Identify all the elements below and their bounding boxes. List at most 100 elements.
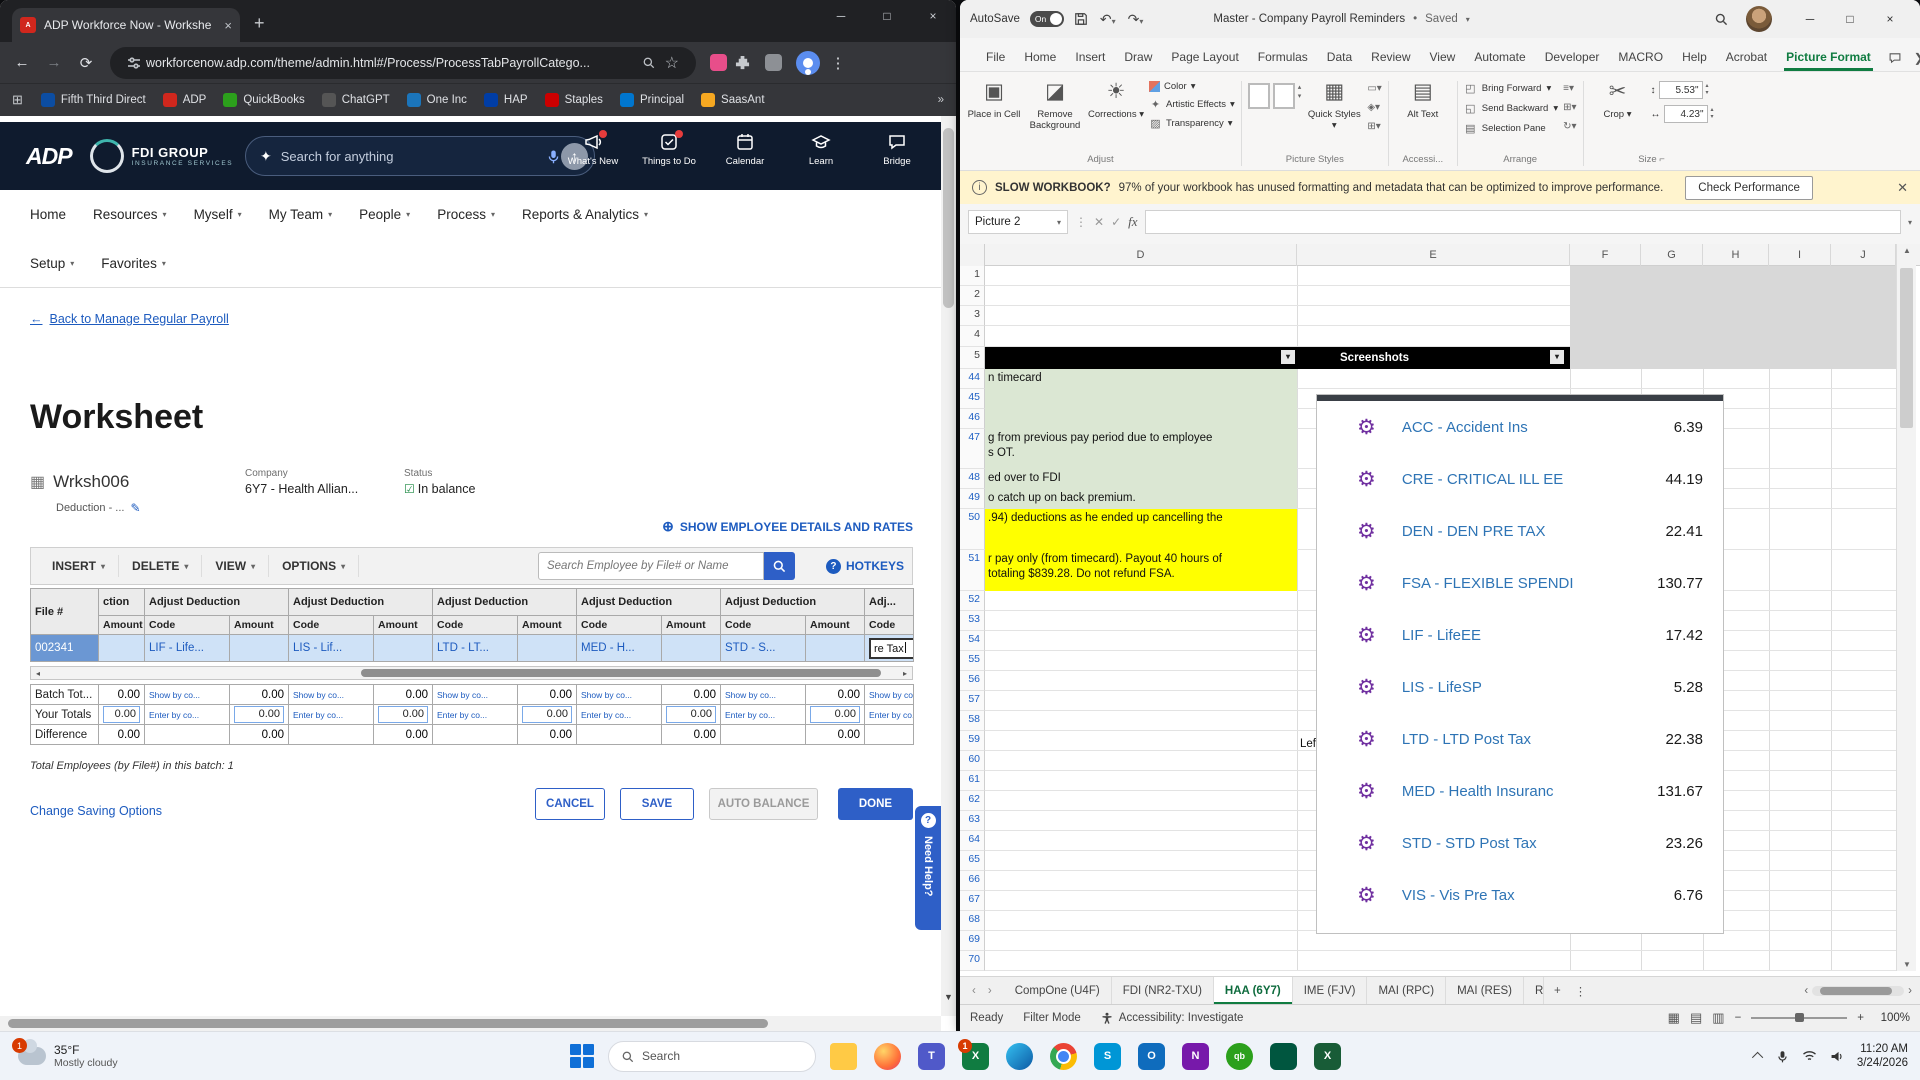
sheet-menu-icon[interactable]: ⋮ (1575, 984, 1587, 998)
transparency-button[interactable]: ▨Transparency ▾ (1149, 117, 1235, 130)
forward-icon[interactable]: → (40, 54, 68, 71)
row-header-58[interactable]: 58 (960, 711, 985, 731)
toolbar-menu[interactable]: VIEW▾ (202, 555, 269, 577)
row-header-56[interactable]: 56 (960, 671, 985, 691)
ribbon-tab[interactable]: Picture Format (1784, 43, 1873, 71)
search-icon[interactable] (1714, 12, 1728, 26)
formula-expand-icon[interactable]: ▾ (1908, 218, 1912, 227)
nav-item[interactable]: Process▾ (437, 207, 495, 222)
row-header-59[interactable]: 59 (960, 731, 985, 751)
sheet-tab[interactable]: HAA (6Y7) (1214, 977, 1293, 1004)
by-code-link[interactable]: Enter by co... (725, 710, 775, 720)
scroll-up-icon[interactable]: ▲ (1897, 246, 1917, 255)
wifi-icon[interactable] (1802, 1050, 1817, 1062)
note-cell-51[interactable]: r pay only (from timecard). Payout 40 ho… (985, 550, 1297, 591)
status-item[interactable]: Filter Mode (1023, 1012, 1081, 1024)
normal-view-icon[interactable]: ▦ (1668, 1010, 1680, 1026)
employee-search-button[interactable] (764, 552, 795, 580)
page-break-view-icon[interactable]: ▥ (1712, 1010, 1724, 1026)
show-employee-details-link[interactable]: ⊕SHOW EMPLOYEE DETAILS AND RATES (662, 518, 913, 535)
by-code-link[interactable]: Show by co... (293, 690, 344, 700)
sheet-tab[interactable]: FDI (NR2-TXU) (1112, 977, 1214, 1004)
sheet-prev-icon[interactable]: ‹ (972, 985, 976, 997)
place-in-cell-button[interactable]: ▣Place in Cell (966, 77, 1022, 120)
bring-forward-button[interactable]: ◰Bring Forward ▾ (1464, 82, 1558, 95)
sheet-tab[interactable]: IME (FJV) (1293, 977, 1368, 1004)
adp-logo[interactable]: ADP (26, 143, 72, 170)
taskbar-app-icon[interactable] (1050, 1043, 1077, 1070)
taskbar-app-icon[interactable]: S (1094, 1043, 1121, 1070)
note-cell-46[interactable] (985, 409, 1297, 429)
autosave-toggle[interactable]: On (1030, 11, 1064, 27)
row-header-53[interactable]: 53 (960, 611, 985, 631)
tray-overflow-icon[interactable] (1752, 1052, 1763, 1063)
row-header-64[interactable]: 64 (960, 831, 985, 851)
by-code-link[interactable]: Show by co... (725, 690, 776, 700)
bridge-button[interactable]: Bridge (871, 132, 923, 167)
sheet-grid[interactable]: 12345▾Screenshots▾44n timecard454647g fr… (960, 266, 1896, 971)
redo-icon[interactable]: ↷▾ (1128, 11, 1144, 28)
taskbar-app-icon[interactable] (1270, 1043, 1297, 1070)
deduction-code-cell[interactable]: LIS - Lif... (289, 635, 374, 662)
bookmark-star-icon[interactable]: ☆ (665, 53, 679, 73)
row-header-49[interactable]: 49 (960, 489, 985, 509)
zoom-slider[interactable] (1751, 1017, 1847, 1019)
done-button[interactable]: DONE (838, 788, 913, 820)
toolbar-menu[interactable]: INSERT▾ (39, 555, 119, 577)
row-header-47[interactable]: 47 (960, 429, 985, 469)
note-cell-48[interactable]: ed over to FDI (985, 469, 1297, 489)
note-cell-50[interactable]: .94) deductions as he ended up cancellin… (985, 509, 1297, 550)
deduction-code-edit-input[interactable]: re Tax (869, 638, 914, 659)
volume-icon[interactable] (1830, 1050, 1844, 1063)
site-settings-icon[interactable] (127, 56, 141, 70)
picture-style-gallery[interactable]: ▴▾ (1248, 77, 1302, 109)
scroll-down-icon[interactable]: ▼ (1897, 960, 1917, 969)
picture-effects-icon[interactable]: ◈▾ (1367, 102, 1381, 113)
scroll-down-icon[interactable]: ▼ (941, 992, 956, 1002)
save-button[interactable]: SAVE (620, 788, 694, 820)
ribbon-collapse-icon[interactable]: ❯ (1914, 51, 1920, 65)
learn-button[interactable]: Learn (795, 132, 847, 167)
total-input[interactable]: 0.00 (522, 706, 572, 723)
note-cell-49[interactable]: o catch up on back premium. (985, 489, 1297, 509)
sheet-tab[interactable]: CompOne (U4F) (1004, 977, 1112, 1004)
column-header-J[interactable]: J (1831, 244, 1896, 266)
deduction-code-cell[interactable]: LTD - LT... (433, 635, 518, 662)
whats-new-button[interactable]: What's New (567, 132, 619, 167)
row-header-52[interactable]: 52 (960, 591, 985, 611)
confirm-entry-icon[interactable]: ✓ (1111, 215, 1121, 229)
artistic-effects-button[interactable]: ✦Artistic Effects ▾ (1149, 98, 1235, 111)
column-header-F[interactable]: F (1570, 244, 1641, 266)
undo-icon[interactable]: ↶▾ (1100, 11, 1116, 28)
column-header-H[interactable]: H (1703, 244, 1769, 266)
row-header-60[interactable]: 60 (960, 751, 985, 771)
page-horizontal-scrollbar[interactable] (0, 1016, 941, 1031)
row-header-5[interactable]: 5 (960, 347, 985, 369)
alt-text-button[interactable]: ▤Alt Text (1395, 77, 1451, 120)
sheet-tab[interactable]: R (1524, 977, 1544, 1004)
filter-dropdown-icon[interactable]: ▾ (1550, 350, 1564, 364)
scrollbar-thumb[interactable] (943, 128, 954, 308)
new-tab-button[interactable]: + (254, 14, 265, 32)
taskbar-search[interactable]: Search (608, 1041, 816, 1072)
need-help-tab[interactable]: ?Need Help? (915, 806, 941, 930)
hotkeys-button[interactable]: ?HOTKEYS (826, 559, 904, 574)
remove-background-button[interactable]: ◪Remove Background (1027, 77, 1083, 131)
column-header-D[interactable]: D (985, 244, 1297, 266)
ribbon-tab[interactable]: Automate (1472, 43, 1527, 71)
table-horizontal-scrollbar[interactable]: ◂▸ (30, 666, 913, 680)
weather-widget[interactable]: 1 35°FMostly cloudy (10, 1032, 126, 1080)
total-input[interactable]: 0.00 (103, 706, 140, 723)
ribbon-tab[interactable]: Page Layout (1169, 43, 1240, 71)
excel-close-button[interactable]: × (1870, 12, 1910, 26)
toolbar-menu[interactable]: DELETE▾ (119, 555, 202, 577)
toolbar-menu[interactable]: OPTIONS▾ (269, 555, 359, 577)
corrections-button[interactable]: ☀Corrections ▾ (1088, 77, 1144, 120)
ribbon-tab[interactable]: Developer (1543, 43, 1602, 71)
selection-pane-button[interactable]: ▤Selection Pane (1464, 122, 1558, 135)
filter-dropdown-icon[interactable]: ▾ (1281, 350, 1295, 364)
check-performance-button[interactable]: Check Performance (1685, 176, 1813, 200)
apps-grid-icon[interactable]: ⊞ (12, 92, 24, 108)
column-header-E[interactable]: E (1297, 244, 1570, 266)
picture-border-icon[interactable]: ▭▾ (1367, 83, 1381, 94)
